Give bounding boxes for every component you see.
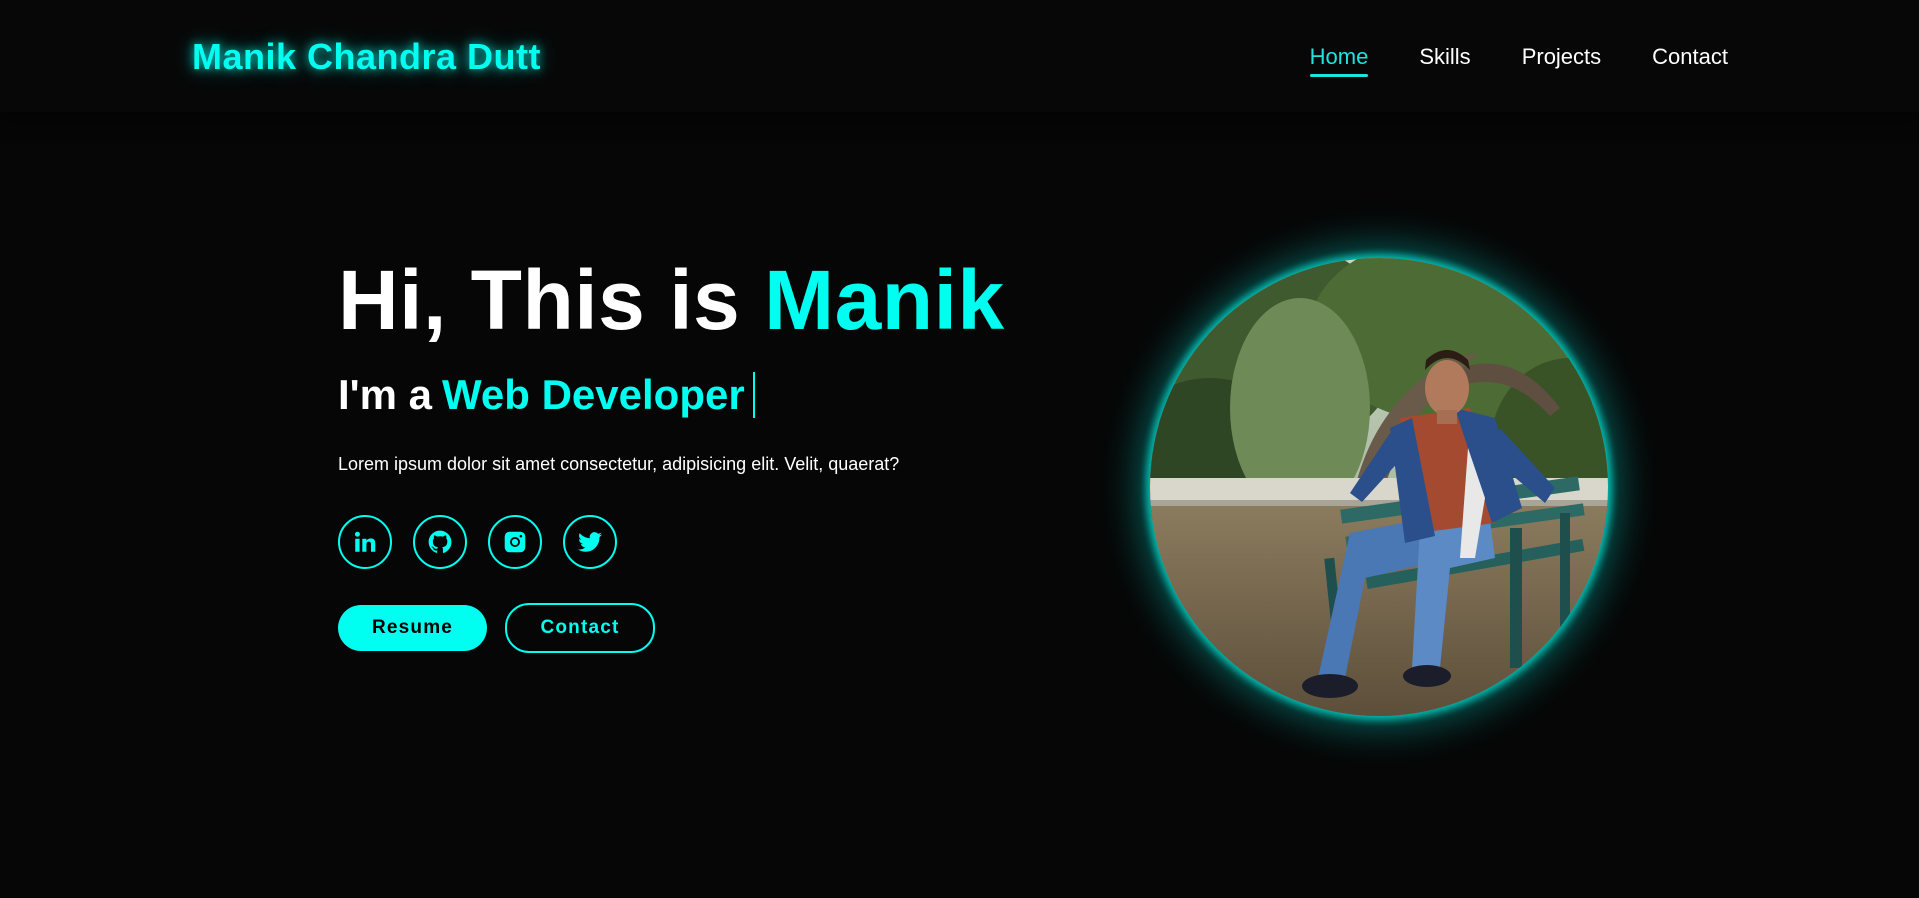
linkedin-link[interactable] (338, 515, 392, 569)
nav-link-contact[interactable]: Contact (1652, 44, 1728, 70)
main-nav: Home Skills Projects Contact (1309, 44, 1728, 77)
site-header: Manik Chandra Dutt Home Skills Projects … (0, 0, 1919, 112)
hero-subtitle: I'm a Web Developer (338, 372, 1005, 418)
github-link[interactable] (413, 515, 467, 569)
hero-description: Lorem ipsum dolor sit amet consectetur, … (338, 454, 900, 474)
social-links (338, 515, 1005, 569)
github-icon (428, 530, 452, 553)
instagram-link[interactable] (488, 515, 542, 569)
hero-name: Manik (764, 253, 1005, 347)
resume-button[interactable]: Resume (338, 605, 487, 651)
portfolio-page: Manik Chandra Dutt Home Skills Projects … (0, 0, 1919, 898)
hero-greeting: Hi, This is (338, 253, 741, 347)
nav-link-home[interactable]: Home (1309, 44, 1368, 77)
hero-title: Hi, This is Manik (338, 258, 1005, 342)
linkedin-icon (354, 531, 376, 552)
twitter-icon (578, 532, 602, 552)
nav-link-projects[interactable]: Projects (1522, 44, 1601, 70)
site-logo[interactable]: Manik Chandra Dutt (192, 36, 541, 78)
twitter-link[interactable] (563, 515, 617, 569)
profile-photo-illustration (1150, 258, 1608, 716)
role-prefix: I'm a (338, 371, 433, 418)
typing-cursor (752, 372, 755, 418)
hero-section: Hi, This is Manik I'm a Web Developer Lo… (338, 258, 1005, 653)
hero-buttons: Resume Contact (338, 603, 1005, 653)
instagram-icon (504, 531, 526, 553)
profile-photo (1150, 258, 1608, 716)
role-text: Web Developer (442, 371, 745, 418)
nav-link-skills[interactable]: Skills (1419, 44, 1470, 70)
contact-button[interactable]: Contact (505, 603, 655, 653)
